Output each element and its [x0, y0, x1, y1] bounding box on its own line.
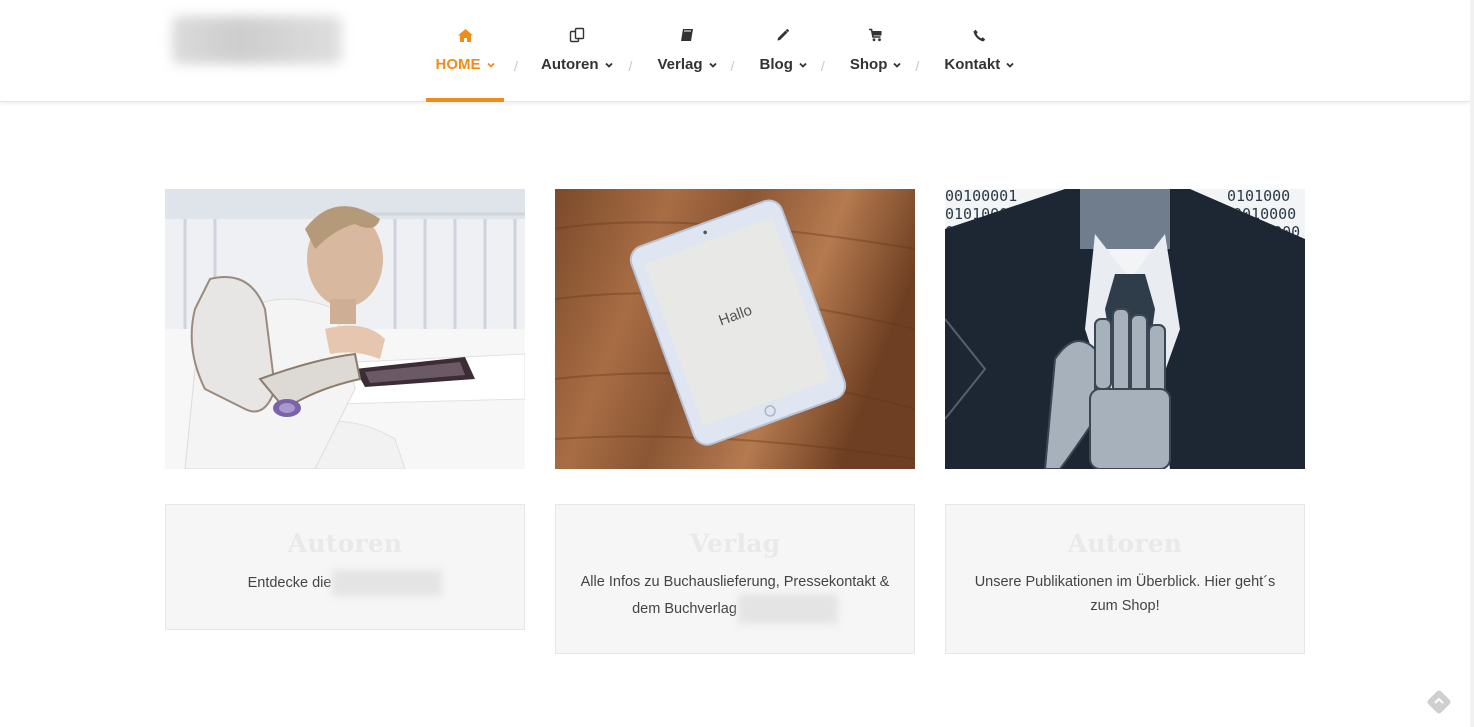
nav-item-verlag[interactable]: Verlag [658, 0, 717, 102]
chevron-down-icon [708, 62, 717, 68]
card-text: Alle Infos zu Buchauslieferung, Presseko… [556, 570, 914, 624]
card-title: Autoren [287, 529, 403, 558]
nav-separator: / [628, 58, 633, 74]
card-text-line: Alle Infos zu Buchauslieferung, Presseko… [580, 574, 890, 590]
card-title: Autoren [1067, 529, 1183, 558]
card-verlag: Verlag Alle Infos zu Buchauslieferung, P… [555, 504, 915, 654]
tablet-hallo-image[interactable]: Hallo [555, 189, 915, 469]
card-autoren: Autoren Entdecke die [165, 504, 525, 630]
card-text-line: Unsere Publikationen im Überblick. Hier … [974, 574, 1276, 590]
nav-separator: / [820, 58, 825, 74]
svg-text:00100001: 00100001 [945, 189, 1017, 205]
card-title: Verlag [689, 529, 781, 558]
nav-item-label: HOME [435, 56, 481, 73]
site-logo[interactable] [172, 16, 342, 64]
card-text-line: Entdecke die [247, 574, 332, 591]
phone-icon [973, 26, 986, 44]
nav-item-blog[interactable]: Blog [760, 0, 807, 102]
back-to-top-icon[interactable] [1426, 689, 1452, 715]
card-text: Unsere Publikationen im Überblick. Hier … [946, 570, 1304, 618]
nav-item-autoren[interactable]: Autoren [541, 0, 613, 102]
redacted-text [737, 594, 838, 624]
pencil-icon [776, 26, 790, 44]
card-text-line: dem Buchverlag [632, 600, 737, 617]
robot-hand-suit-image[interactable]: 00100001 0101000 0101000 0101000 0010000… [945, 189, 1305, 469]
cart-icon [868, 26, 883, 44]
nav-item-label: Shop [849, 56, 888, 73]
chevron-down-icon [604, 62, 613, 68]
nav-item-label: Kontakt [944, 56, 1001, 73]
card-text: Entdecke die [166, 570, 524, 596]
copy-icon [569, 26, 585, 44]
nav-item-label: Verlag [657, 56, 703, 73]
nav-separator: / [915, 58, 920, 74]
book-icon [680, 26, 694, 44]
card-text-line: zum Shop! [1090, 598, 1160, 614]
card-shop: Autoren Unsere Publikationen im Überblic… [945, 504, 1305, 654]
nav-item-label: Blog [759, 56, 793, 73]
site-header: HOME / Autoren / Verlag / Blog / Shop / … [0, 0, 1470, 102]
nav-item-shop[interactable]: Shop [850, 0, 902, 102]
svg-text:0101000: 0101000 [1227, 189, 1290, 205]
nav-separator: / [730, 58, 735, 74]
robot-arm-boy-image[interactable] [165, 189, 525, 469]
active-indicator [426, 98, 504, 102]
chevron-down-icon [486, 62, 495, 68]
scrollbar[interactable] [1470, 0, 1474, 727]
main-nav: HOME / Autoren / Verlag / Blog / Shop / … [426, 0, 1014, 102]
chevron-down-icon [893, 62, 901, 68]
nav-item-label: Autoren [541, 56, 599, 73]
redacted-text [332, 570, 443, 596]
chevron-down-icon [1006, 62, 1014, 68]
chevron-down-icon [799, 62, 807, 68]
nav-item-kontakt[interactable]: Kontakt [944, 0, 1014, 102]
nav-separator: / [514, 58, 518, 74]
home-icon [457, 26, 473, 44]
nav-item-home[interactable]: HOME [426, 0, 504, 102]
